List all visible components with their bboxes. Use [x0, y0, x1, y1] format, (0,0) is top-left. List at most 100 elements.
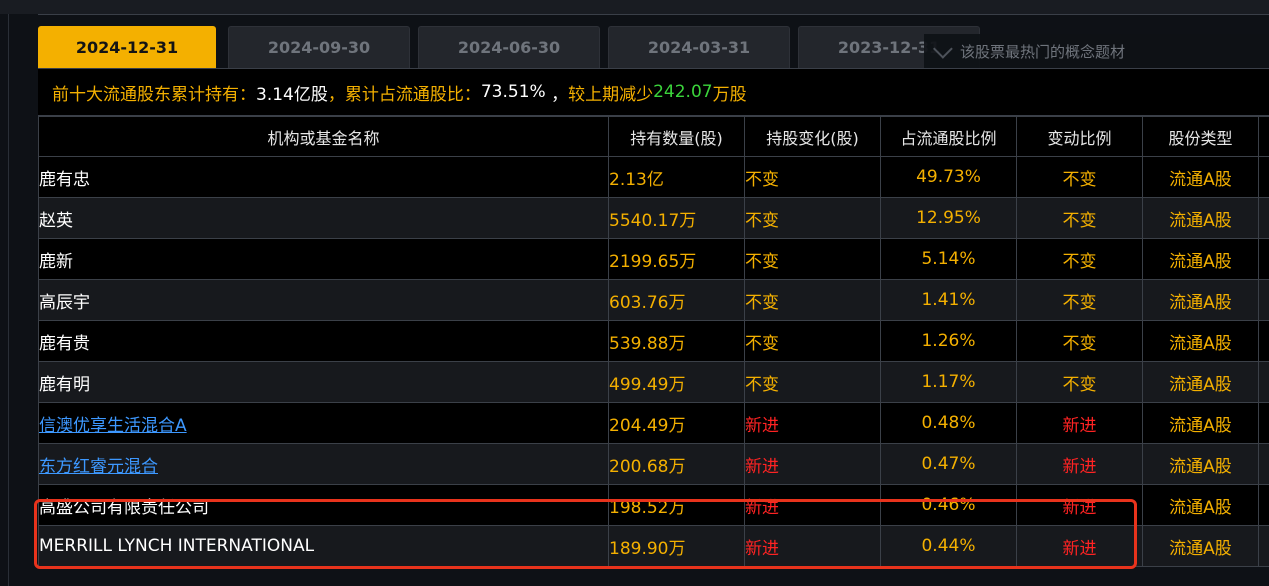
cell-holding-change: 不变	[744, 156, 881, 198]
cell-quantity: 603.76万	[608, 279, 745, 321]
fund-link[interactable]: 信澳优享生活混合A	[40, 416, 187, 436]
summary-change: 242.07	[653, 82, 713, 102]
table-row: 高盛公司有限责任公司 198.52万 新进 0.46% 新进 流通A股	[38, 484, 1269, 526]
top-toolbar-strip	[0, 0, 1269, 15]
tab-2024-12-31[interactable]: 2024-12-31	[38, 26, 216, 68]
cell-float-ratio: 1.17%	[880, 361, 1017, 403]
tab-2024-03-31[interactable]: 2024-03-31	[608, 26, 790, 68]
table-row: 信澳优享生活混合A 204.49万 新进 0.48% 新进 流通A股	[38, 402, 1269, 444]
cell-change-ratio: 新进	[1016, 443, 1143, 485]
cell-share-type: 流通A股	[1142, 402, 1259, 444]
table-row: 赵英 5540.17万 不变 12.95% 不变 流通A股	[38, 197, 1269, 239]
header-extra	[1258, 116, 1269, 157]
cell-quantity: 2199.65万	[608, 238, 745, 280]
cell-share-type: 流通A股	[1142, 525, 1259, 567]
summary-sep: ，	[545, 84, 569, 105]
gutter-divider	[8, 14, 9, 586]
cell-float-ratio: 0.46%	[880, 484, 1017, 526]
cell-float-ratio: 49.73%	[880, 156, 1017, 198]
cell-float-ratio: 0.48%	[880, 402, 1017, 444]
cell-holding-change: 不变	[744, 361, 881, 403]
cell-quantity: 539.88万	[608, 320, 745, 362]
cell-quantity: 204.49万	[608, 402, 745, 444]
header-float-ratio: 占流通股比例	[880, 116, 1017, 157]
cell-change-ratio: 不变	[1016, 361, 1143, 403]
cell-holding-change: 不变	[744, 279, 881, 321]
cell-float-ratio: 5.14%	[880, 238, 1017, 280]
table-row: 东方红睿元混合 200.68万 新进 0.47% 新进 流通A股	[38, 443, 1269, 485]
cell-holding-change: 新进	[744, 525, 881, 567]
cell-holding-change: 新进	[744, 402, 881, 444]
cell-share-type: 流通A股	[1142, 484, 1259, 526]
cell-holding-change: 不变	[744, 197, 881, 239]
left-gutter	[0, 14, 38, 586]
cell-quantity: 5540.17万	[608, 197, 745, 239]
cell-institution-name: 信澳优享生活混合A	[38, 402, 609, 444]
cell-float-ratio: 12.95%	[880, 197, 1017, 239]
cell-share-type: 流通A股	[1142, 361, 1259, 403]
cell-extra	[1258, 197, 1269, 239]
cell-holding-change: 不变	[744, 238, 881, 280]
cell-holding-change: 新进	[744, 484, 881, 526]
cell-share-type: 流通A股	[1142, 443, 1259, 485]
table-row: 鹿有贵 539.88万 不变 1.26% 不变 流通A股	[38, 320, 1269, 362]
fund-link[interactable]: 东方红睿元混合	[40, 457, 159, 477]
cell-extra	[1258, 443, 1269, 485]
table-row: 鹿新 2199.65万 不变 5.14% 不变 流通A股	[38, 238, 1269, 280]
header-quantity: 持有数量(股)	[608, 116, 745, 157]
cell-change-ratio: 不变	[1016, 320, 1143, 362]
cell-change-ratio: 不变	[1016, 279, 1143, 321]
cell-institution-name: 高盛公司有限责任公司	[38, 484, 609, 526]
cell-institution-name: 鹿新	[38, 238, 609, 280]
cell-share-type: 流通A股	[1142, 279, 1259, 321]
cell-institution-name: MERRILL LYNCH INTERNATIONAL	[38, 525, 609, 567]
cell-change-ratio: 新进	[1016, 402, 1143, 444]
cell-float-ratio: 0.44%	[880, 525, 1017, 567]
summary-unit: 万股	[712, 84, 747, 105]
cell-quantity: 2.13亿	[608, 156, 745, 198]
cell-change-ratio: 不变	[1016, 156, 1143, 198]
table-header-row: 机构或基金名称 持有数量(股) 持股变化(股) 占流通股比例 变动比例 股份类型	[38, 116, 1269, 157]
cell-institution-name: 鹿有明	[38, 361, 609, 403]
cell-float-ratio: 1.41%	[880, 279, 1017, 321]
cell-extra	[1258, 484, 1269, 526]
summary-prefix: 前十大流通股东累计持有：	[52, 84, 256, 105]
header-share-type: 股份类型	[1142, 116, 1259, 157]
cell-share-type: 流通A股	[1142, 320, 1259, 362]
cell-extra	[1258, 320, 1269, 362]
cell-institution-name: 鹿有贵	[38, 320, 609, 362]
holdings-summary: 前十大流通股东累计持有： 3.14亿股 ，累计占流通股比： 73.51% ， 较…	[38, 68, 1269, 116]
cell-institution-name: 鹿有忠	[38, 156, 609, 198]
tab-2024-09-30[interactable]: 2024-09-30	[228, 26, 410, 68]
cell-institution-name: 东方红睿元混合	[38, 443, 609, 485]
tab-2024-06-30[interactable]: 2024-06-30	[418, 26, 600, 68]
cell-extra	[1258, 238, 1269, 280]
summary-mid: ，累计占流通股比：	[327, 84, 481, 105]
cell-float-ratio: 0.47%	[880, 443, 1017, 485]
cell-institution-name: 高辰宇	[38, 279, 609, 321]
cell-float-ratio: 1.26%	[880, 320, 1017, 362]
summary-ratio: 73.51%	[480, 82, 546, 102]
cell-change-ratio: 新进	[1016, 484, 1143, 526]
cell-change-ratio: 不变	[1016, 197, 1143, 239]
concept-tooltip: 该股票最热门的概念题材	[924, 34, 1269, 68]
cell-extra	[1258, 156, 1269, 198]
cell-quantity: 189.90万	[608, 525, 745, 567]
cell-change-ratio: 不变	[1016, 238, 1143, 280]
summary-suffix: 较上期减少	[568, 84, 654, 105]
tooltip-text: 该股票最热门的概念题材	[960, 42, 1126, 61]
header-holding-change: 持股变化(股)	[744, 116, 881, 157]
table-row: MERRILL LYNCH INTERNATIONAL 189.90万 新进 0.44…	[38, 525, 1269, 567]
cell-extra	[1258, 402, 1269, 444]
cell-change-ratio: 新进	[1016, 525, 1143, 567]
table-row: 鹿有明 499.49万 不变 1.17% 不变 流通A股	[38, 361, 1269, 403]
cell-quantity: 200.68万	[608, 443, 745, 485]
cell-share-type: 流通A股	[1142, 156, 1259, 198]
cell-institution-name: 赵英	[38, 197, 609, 239]
cell-share-type: 流通A股	[1142, 238, 1259, 280]
cell-quantity: 499.49万	[608, 361, 745, 403]
cell-extra	[1258, 279, 1269, 321]
cell-extra	[1258, 361, 1269, 403]
cell-quantity: 198.52万	[608, 484, 745, 526]
cell-holding-change: 不变	[744, 320, 881, 362]
